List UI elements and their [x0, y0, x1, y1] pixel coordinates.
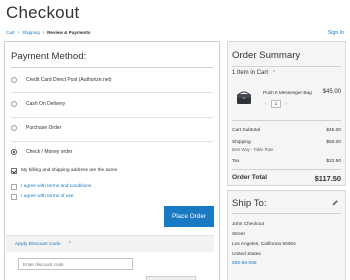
payment-method-check-money-order[interactable]: Check / Money order [11, 146, 213, 158]
total-label: Shipping [232, 140, 251, 145]
pencil-icon[interactable] [331, 199, 339, 207]
payment-method-label: Purchase Order [26, 125, 62, 131]
place-order-button[interactable]: Place Order [164, 206, 214, 227]
order-summary-title: Order Summary [232, 50, 301, 61]
terms-conditions-row[interactable]: I agree with terms and conditions [11, 182, 91, 191]
chevron-up-icon: ⌃ [272, 70, 277, 76]
ship-to-title: Ship To: [232, 198, 267, 209]
address-phone-link[interactable]: 555-55-555 [232, 261, 257, 266]
cart-subtotal-row: Cart Subtotal $45.00 [232, 128, 341, 133]
items-in-cart-label: 1 Item in Cart [232, 70, 269, 76]
apply-discount-label: Apply Discount Code [15, 241, 61, 247]
radio-button-selected[interactable] [11, 149, 17, 155]
discount-code-input[interactable] [18, 258, 133, 270]
same-address-checkbox[interactable] [11, 167, 17, 174]
sign-in-link[interactable]: Sign In [328, 30, 344, 36]
breadcrumb-separator: > [42, 30, 45, 35]
total-label: Cart Subtotal [232, 128, 260, 133]
order-total-row: Order Total $117.50 [232, 174, 341, 183]
total-value: $50.00 [326, 140, 341, 145]
address-country: United States [232, 252, 261, 257]
apply-discount-toggle[interactable]: Apply Discount Code ⌃ [6, 235, 214, 252]
radio-button[interactable] [11, 101, 17, 107]
divider [232, 120, 341, 121]
step-shipping-link[interactable]: Shipping [22, 30, 40, 35]
total-value: $45.00 [326, 128, 341, 133]
product-thumbnail [237, 91, 251, 104]
apply-discount-button[interactable] [146, 276, 196, 280]
shipping-row: Shipping $50.00 [232, 140, 341, 145]
breadcrumb-separator: > [16, 30, 20, 35]
payment-method-label: Credit Card Direct Post (Authorize.net) [26, 77, 112, 83]
address-name: John Checkout [232, 222, 264, 227]
payment-method-cash-on-delivery[interactable]: Cash On Delivery [11, 98, 213, 110]
terms-of-use-checkbox[interactable] [11, 193, 17, 200]
address-city: Los Angeles, California 90064 [232, 242, 296, 247]
step-review-payments: Review & Payments [47, 30, 91, 35]
payment-method-authorize-net[interactable]: Credit Card Direct Post (Authorize.net) [11, 74, 213, 86]
chevron-up-icon: ⌃ [67, 241, 72, 247]
address-street: Street [232, 232, 245, 237]
payment-method-purchase-order[interactable]: Purchase Order [11, 122, 213, 134]
increase-qty-icon[interactable]: › [283, 100, 289, 108]
divider [11, 92, 213, 93]
radio-button[interactable] [11, 77, 17, 83]
payment-method-label: Check / Money order [26, 149, 73, 155]
divider [11, 67, 213, 68]
order-total-value: $117.50 [314, 174, 341, 183]
divider [232, 169, 341, 170]
breadcrumb: Cart > Shipping > Review & Payments [6, 30, 90, 35]
same-address-label: My billing and shipping address are the … [21, 168, 118, 173]
shipping-method-label: Best Way - Table Rate [232, 147, 274, 152]
ship-to-section: Ship To: John Checkout Street Los Angele… [227, 190, 346, 280]
divider [232, 213, 341, 214]
radio-button[interactable] [11, 125, 17, 131]
tax-row: Tax $22.50 [232, 159, 341, 164]
terms-of-use-row[interactable]: I agree with terms of use [11, 192, 74, 201]
order-total-label: Order Total [232, 174, 268, 181]
page-title: Checkout [6, 3, 80, 22]
divider [11, 141, 213, 142]
product-price: $45.00 [322, 89, 341, 95]
order-summary: Order Summary 1 Item in Cart ⌃ Push It Me… [227, 41, 346, 186]
terms-conditions-link[interactable]: I agree with terms and conditions [21, 184, 91, 189]
terms-of-use-link[interactable]: I agree with terms of use [21, 194, 74, 199]
terms-conditions-checkbox[interactable] [11, 183, 17, 190]
payment-method-title: Payment Method: [11, 51, 87, 62]
payment-method-label: Cash On Delivery [26, 101, 66, 107]
total-value: $22.50 [326, 159, 341, 164]
divider [11, 117, 213, 118]
total-label: Tax [232, 159, 240, 164]
divider [232, 66, 341, 67]
items-in-cart-toggle[interactable]: 1 Item in Cart ⌃ [232, 70, 276, 76]
same-address-checkbox-row[interactable]: My billing and shipping address are the … [11, 166, 117, 175]
product-name: Push It Messenger Bag [263, 90, 312, 95]
quantity-stepper: ‹ 1 › [263, 100, 289, 108]
quantity-value[interactable]: 1 [271, 100, 281, 108]
step-cart-link[interactable]: Cart [6, 30, 15, 35]
decrease-qty-icon[interactable]: ‹ [263, 100, 269, 108]
